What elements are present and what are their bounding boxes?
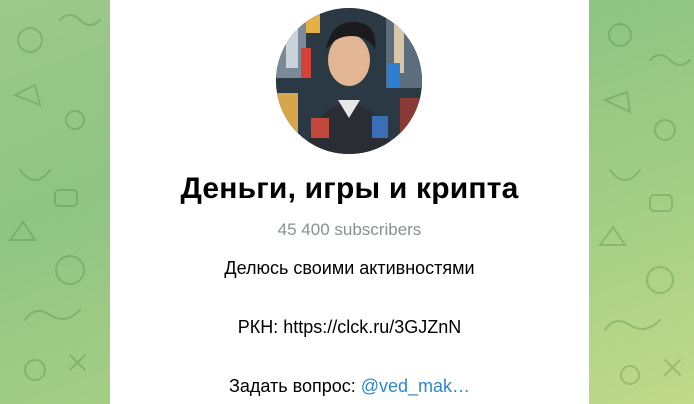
channel-avatar[interactable]	[276, 8, 422, 154]
channel-info-card: Деньги, игры и крипта 45 400 subscribers…	[110, 0, 589, 404]
telegram-channel-preview: Деньги, игры и крипта 45 400 subscribers…	[0, 0, 694, 404]
ask-question-label: Задать вопрос:	[228, 376, 361, 396]
subscriber-count: 45 400 subscribers	[277, 220, 422, 239]
channel-title: Деньги, игры и крипта	[180, 172, 519, 205]
channel-description-line-2: РКН: https://clck.ru/3GJZnN	[237, 317, 462, 337]
avatar-image	[276, 8, 422, 154]
contact-username-link[interactable]: @ved_mak…	[361, 376, 470, 396]
channel-description-line-1: Делюсь своими активностями	[224, 258, 475, 278]
channel-description-line-3: Задать вопрос: @ved_mak…	[110, 376, 589, 397]
